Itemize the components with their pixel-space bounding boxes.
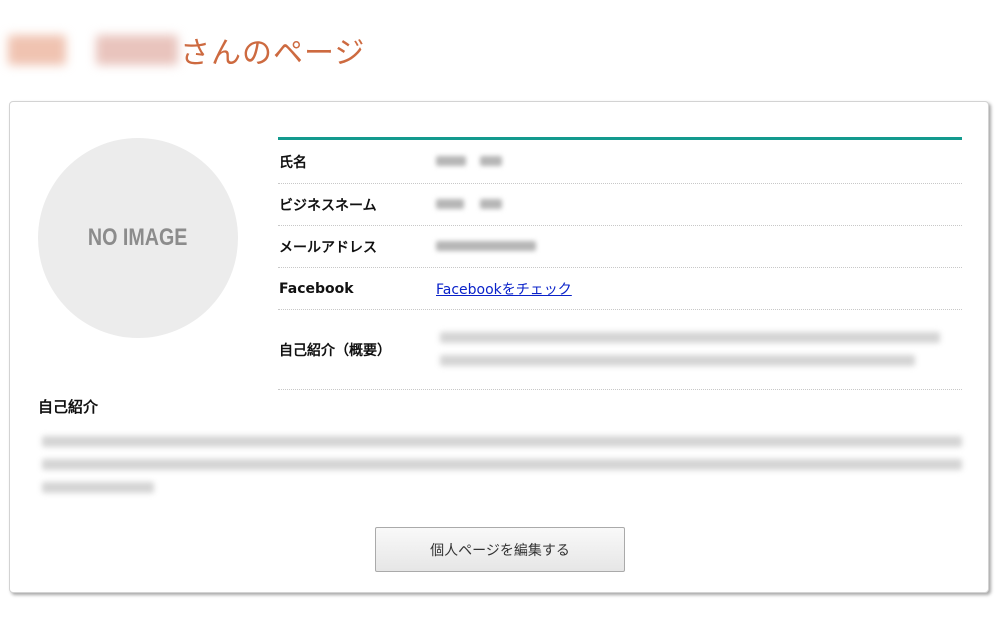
facebook-link[interactable]: Facebookをチェック xyxy=(436,282,572,298)
introduction-title: 自己紹介 xyxy=(38,398,99,416)
profile-card: NO IMAGE 氏名 ビジネスネーム メールアドレス Facebook Fac… xyxy=(9,101,989,593)
name-label: 氏名 xyxy=(279,154,307,171)
profile-info-table: 氏名 ビジネスネーム メールアドレス Facebook Facebookをチェッ… xyxy=(278,137,962,390)
edit-personal-page-button[interactable]: 個人ページを編集する xyxy=(375,527,625,572)
page-title-suffix: さんのページ xyxy=(180,36,366,71)
avatar-placeholder-text: NO IMAGE xyxy=(88,224,188,251)
redacted-given-name xyxy=(96,35,178,65)
redacted-surname xyxy=(8,35,66,65)
info-row-business-name: ビジネスネーム xyxy=(278,184,962,226)
facebook-label: Facebook xyxy=(279,280,354,297)
avatar: NO IMAGE xyxy=(38,138,238,338)
introduction-body xyxy=(42,436,966,505)
page-title: さんのページ xyxy=(8,28,365,72)
summary-value xyxy=(436,322,962,378)
email-value xyxy=(436,239,962,255)
business-name-label: ビジネスネーム xyxy=(279,197,377,214)
info-row-facebook: Facebook Facebookをチェック xyxy=(278,268,962,310)
info-row-email: メールアドレス xyxy=(278,226,962,268)
name-value xyxy=(436,154,962,170)
business-name-value xyxy=(436,197,962,213)
info-row-summary: 自己紹介（概要） xyxy=(278,310,962,390)
email-label: メールアドレス xyxy=(279,239,377,256)
summary-label: 自己紹介（概要） xyxy=(279,342,391,359)
info-row-name: 氏名 xyxy=(278,140,962,184)
facebook-value: Facebookをチェック xyxy=(436,279,962,299)
